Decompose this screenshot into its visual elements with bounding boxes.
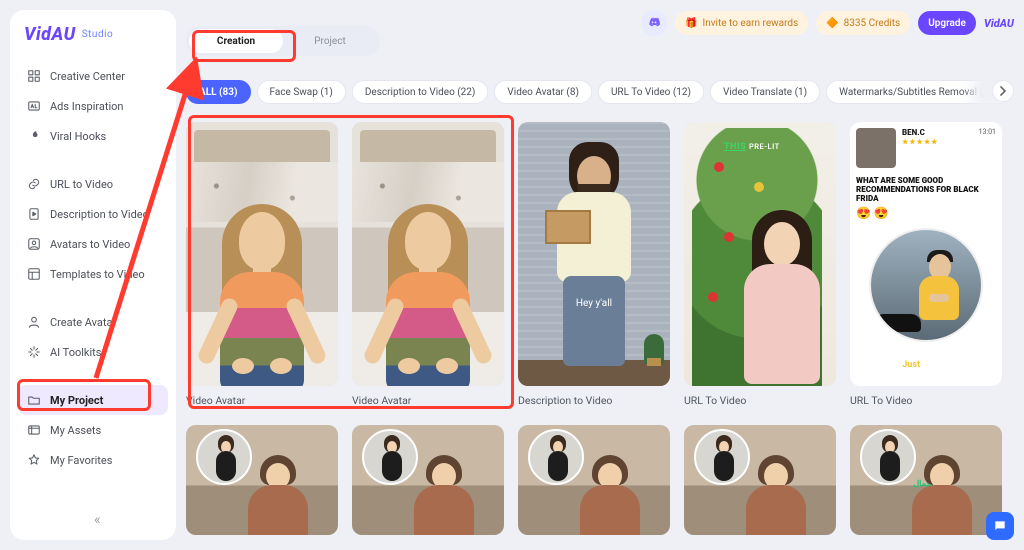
sidebar-item-viral-hooks[interactable]: Viral Hooks <box>18 121 168 151</box>
grid-icon <box>26 68 42 84</box>
project-card[interactable]: Video Avatar <box>352 122 504 407</box>
filter-chip[interactable]: Description to Video (22) <box>352 80 489 104</box>
sidebar-item-label: Create Avatar <box>50 316 116 329</box>
star-icon <box>26 452 42 468</box>
avatar-icon <box>26 314 42 330</box>
user-box-icon <box>26 236 42 252</box>
scroll-right-button[interactable] <box>992 80 1014 102</box>
sidebar-item-label: Templates to Video <box>50 268 145 281</box>
sidebar-item-label: Creative Center <box>50 70 125 83</box>
sidebar-item-label: Avatars to Video <box>50 238 130 251</box>
sidebar: VidAU Studio Creative Center Ads Inspirat… <box>10 10 176 540</box>
project-card[interactable]: Hey y'all Description to Video <box>518 122 670 407</box>
sidebar-item-label: Viral Hooks <box>50 130 106 143</box>
card-caption: Description to Video <box>518 394 670 407</box>
tabs: Creation Project <box>186 26 380 56</box>
filter-chip[interactable]: Video Avatar (8) <box>494 80 592 104</box>
sidebar-item-my-project[interactable]: My Project <box>18 385 168 415</box>
card-caption: URL To Video <box>850 394 1002 407</box>
sidebar-item-my-assets[interactable]: My Assets <box>18 415 168 445</box>
project-card[interactable] <box>684 425 836 535</box>
sidebar-item-create-avatar[interactable]: Create Avatar <box>18 307 168 337</box>
star-rating: ★★★★★ <box>902 138 973 146</box>
tab-creation[interactable]: Creation <box>189 29 283 53</box>
project-card[interactable]: THIS PRE-LIT URL To Video <box>684 122 836 407</box>
flame-icon <box>26 128 42 144</box>
sidebar-item-label: URL to Video <box>50 178 113 191</box>
folder-icon <box>26 392 42 408</box>
card-caption: Video Avatar <box>352 394 504 407</box>
project-card[interactable] <box>352 425 504 535</box>
filter-chip[interactable]: URL To Video (12) <box>598 80 704 104</box>
template-icon <box>26 266 42 282</box>
card-overlay-text: Hey y'all <box>518 298 670 309</box>
sidebar-item-label: Ads Inspiration <box>50 100 124 113</box>
collapse-sidebar[interactable]: « <box>94 512 101 528</box>
card-question: WHAT ARE SOME GOOD RECOMMENDATIONS FOR B… <box>850 174 1002 206</box>
sidebar-item-ads-inspiration[interactable]: Ads Inspiration <box>18 91 168 121</box>
project-card[interactable]: BEN.C ★★★★★ 13:01 WHAT ARE SOME GOOD REC… <box>850 122 1002 407</box>
sidebar-item-my-favorites[interactable]: My Favorites <box>18 445 168 475</box>
sidebar-item-templates-to-video[interactable]: Templates to Video <box>18 259 168 289</box>
sidebar-item-ai-toolkits[interactable]: AI Toolkits <box>18 337 168 367</box>
tab-project[interactable]: Project <box>283 29 377 53</box>
project-card[interactable]: ها الجمال <box>850 425 1002 535</box>
filter-chip[interactable]: ALL (83) <box>186 80 251 104</box>
doc-play-icon <box>26 206 42 222</box>
sidebar-item-avatars-to-video[interactable]: Avatars to Video <box>18 229 168 259</box>
chat-fab[interactable] <box>986 512 1014 540</box>
project-card[interactable]: Video Avatar <box>186 122 338 407</box>
sidebar-item-label: AI Toolkits <box>50 346 101 359</box>
filter-bar: ALL (83)Face Swap (1)Description to Vide… <box>186 78 1014 106</box>
card-badge: THIS PRE-LIT <box>724 142 780 152</box>
card-caption: Video Avatar <box>186 394 338 407</box>
filter-chip[interactable]: Face Swap (1) <box>257 80 346 104</box>
filter-chip[interactable]: Watermarks/Subtitles Removal (21) <box>826 80 1011 104</box>
sidebar-item-label: My Assets <box>50 424 101 437</box>
sidebar-item-description-to-video[interactable]: Description to Video <box>18 199 168 229</box>
brand-sub: Studio <box>82 29 114 40</box>
ad-icon <box>26 98 42 114</box>
sidebar-item-label: My Favorites <box>50 454 112 467</box>
project-card[interactable] <box>518 425 670 535</box>
sidebar-item-label: Description to Video <box>50 208 149 221</box>
sidebar-item-creative-center[interactable]: Creative Center <box>18 61 168 91</box>
assets-icon <box>26 422 42 438</box>
project-card[interactable] <box>186 425 338 535</box>
main-content: Creation Project ALL (83)Face Swap (1)De… <box>186 26 1014 550</box>
card-caption: URL To Video <box>684 394 836 407</box>
emoji-row: 😍 😍 <box>850 206 1002 220</box>
link-icon <box>26 176 42 192</box>
sidebar-item-url-to-video[interactable]: URL to Video <box>18 169 168 199</box>
spark-icon <box>26 344 42 360</box>
brand-logo: VidAU <box>24 24 76 45</box>
filter-chip[interactable]: Video Translate (1) <box>710 80 820 104</box>
sidebar-item-label: My Project <box>50 394 103 407</box>
card-overlay-text: Just got my <box>850 360 1002 370</box>
